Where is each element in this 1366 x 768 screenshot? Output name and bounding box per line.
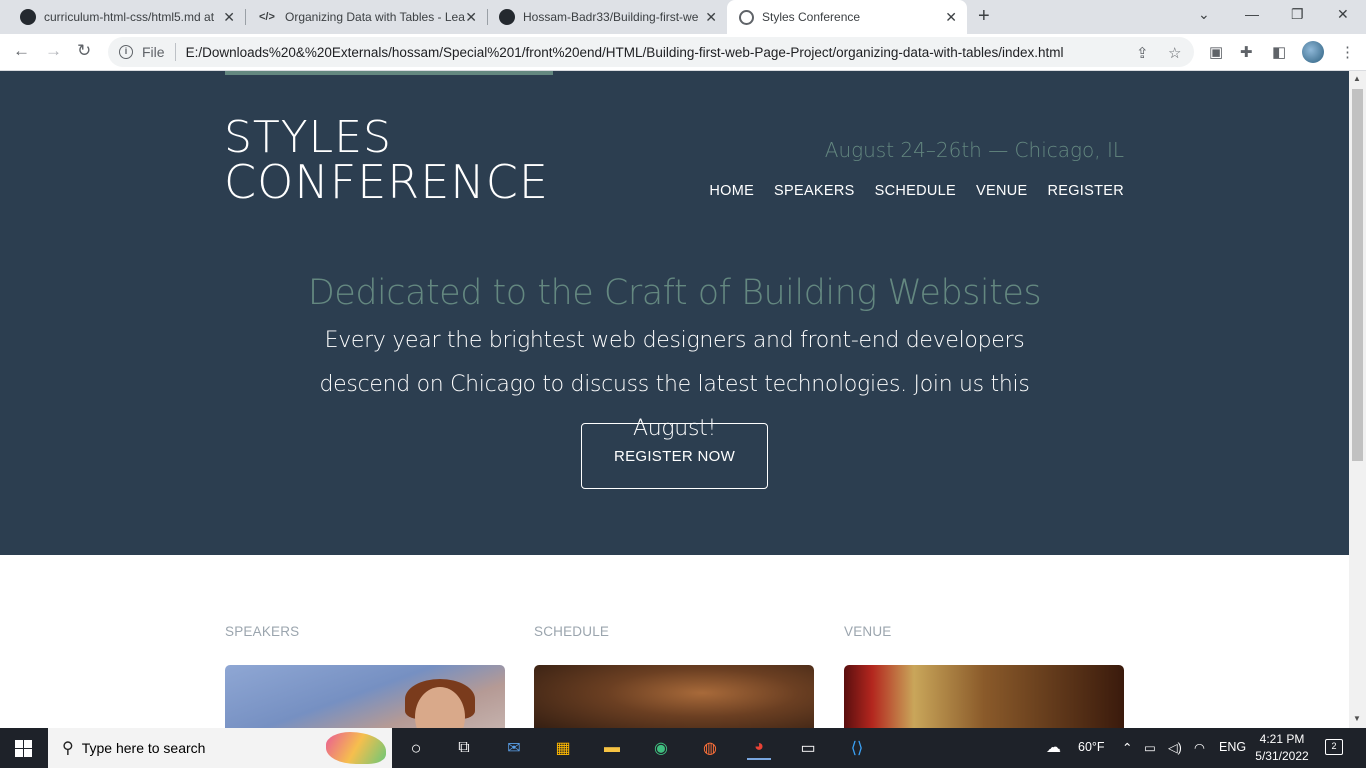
weather-temp[interactable]: 60°F — [1078, 740, 1105, 754]
new-tab-button[interactable]: + — [978, 6, 990, 26]
code-icon: </> — [259, 11, 275, 23]
close-icon[interactable]: ✕ — [223, 9, 235, 26]
file-explorer-icon[interactable]: ▬ — [600, 736, 624, 760]
tab-title: curriculum-html-css/html5.md at — [44, 10, 215, 24]
register-now-button[interactable]: REGISTER NOW — [581, 423, 768, 489]
event-dates: August 24–26th — Chicago, IL — [824, 138, 1124, 162]
forward-arrow-icon[interactable]: → — [45, 41, 62, 61]
close-icon[interactable]: ✕ — [945, 9, 957, 26]
scroll-thumb[interactable] — [1352, 89, 1363, 461]
search-highlight-icon — [326, 732, 386, 764]
globe-icon — [739, 9, 754, 25]
clock-date: 5/31/2022 — [1255, 749, 1309, 763]
tab-search-chevron-icon[interactable]: ⌄ — [1198, 6, 1210, 23]
firefox-icon[interactable]: ◍ — [698, 736, 722, 760]
browser-toolbar: ← → ↻ i File E:/Downloads%20&%20External… — [0, 34, 1366, 71]
scroll-up-icon[interactable]: ▲ — [1353, 74, 1361, 83]
bookmark-star-icon[interactable]: ☆ — [1168, 44, 1181, 62]
github-icon — [20, 9, 36, 25]
mail-icon[interactable]: ✉ — [502, 736, 526, 760]
close-icon[interactable]: ✕ — [705, 9, 717, 26]
search-icon: ⚲ — [62, 740, 74, 757]
minimize-icon[interactable]: — — [1245, 6, 1259, 22]
menu-kebab-icon[interactable]: ⋮ — [1340, 43, 1355, 61]
notification-center-icon[interactable]: 2 — [1325, 739, 1343, 755]
section-title-venue[interactable]: VENUE — [844, 624, 892, 639]
back-arrow-icon[interactable]: ← — [13, 41, 30, 61]
tab-styles-conference[interactable]: Styles Conference ✕ — [727, 0, 967, 34]
windows-start-icon[interactable] — [15, 740, 32, 757]
tab-hossam-repo[interactable]: Hossam-Badr33/Building-first-we ✕ — [487, 0, 727, 34]
task-view-icon[interactable]: ⧉ — [452, 736, 476, 760]
speakers-photo[interactable] — [225, 665, 505, 728]
logo-line-1: STYLES — [224, 112, 392, 163]
tab-title: Styles Conference — [762, 10, 861, 24]
page-scrollbar[interactable]: ▲ ▼ — [1349, 71, 1366, 728]
browser-tab-strip: curriculum-html-css/html5.md at ✕ </> Or… — [0, 0, 1366, 34]
tab-title: Hossam-Badr33/Building-first-we — [523, 10, 699, 24]
language-indicator[interactable]: ENG — [1219, 740, 1246, 754]
nav-schedule[interactable]: SCHEDULE — [875, 183, 956, 199]
venue-photo[interactable] — [844, 665, 1124, 728]
windows-taskbar: ⚲ Type here to search ○ ⧉ ✉ ▦ ▬ ◉ ◍ ◕ ▭ … — [0, 728, 1366, 768]
clock[interactable]: 4:21 PM 5/31/2022 — [1250, 731, 1314, 765]
close-window-icon[interactable]: ✕ — [1337, 6, 1349, 23]
store-icon[interactable]: ▦ — [551, 736, 575, 760]
tab-title: Organizing Data with Tables - Lea — [285, 10, 465, 24]
divider — [174, 43, 176, 61]
tray-chevron-icon[interactable]: ⌃ — [1122, 740, 1132, 755]
github-icon — [499, 9, 515, 25]
extension-icon[interactable]: ▣ — [1209, 43, 1223, 61]
section-title-speakers[interactable]: SPEAKERS — [225, 624, 299, 639]
web-page: STYLES CONFERENCE August 24–26th — Chica… — [0, 71, 1349, 728]
battery-icon[interactable]: ▭ — [1144, 740, 1156, 755]
side-panel-icon[interactable]: ◧ — [1272, 43, 1286, 61]
chrome-icon[interactable]: ◕ — [747, 736, 771, 760]
accent-bar — [225, 71, 553, 75]
vscode-icon[interactable]: ⟨⟩ — [845, 736, 869, 760]
nav-home[interactable]: HOME — [709, 183, 754, 199]
scroll-down-icon[interactable]: ▼ — [1353, 714, 1361, 723]
site-info-icon[interactable]: i — [119, 45, 133, 59]
taskbar-search-input[interactable]: ⚲ Type here to search — [48, 728, 392, 768]
restore-icon[interactable]: ❐ — [1291, 6, 1304, 23]
close-icon[interactable]: ✕ — [465, 9, 477, 26]
logo-line-2: CONFERENCE — [224, 155, 549, 209]
reload-icon[interactable]: ↻ — [77, 41, 91, 61]
search-placeholder: Type here to search — [81, 740, 206, 756]
address-bar[interactable]: i File E:/Downloads%20&%20Externals/hoss… — [108, 37, 1194, 67]
scheme-label: File — [142, 44, 165, 60]
nav-venue[interactable]: VENUE — [976, 183, 1027, 199]
tab-organizing-data[interactable]: </> Organizing Data with Tables - Lea ✕ — [245, 0, 487, 34]
weather-icon[interactable]: ☁ — [1046, 738, 1061, 756]
puzzle-icon[interactable]: ✚ — [1240, 43, 1253, 61]
url-text[interactable]: E:/Downloads%20&%20Externals/hossam/Spec… — [186, 45, 1064, 60]
section-title-schedule[interactable]: SCHEDULE — [534, 624, 609, 639]
tab-curriculum[interactable]: curriculum-html-css/html5.md at ✕ — [0, 0, 245, 34]
clock-time: 4:21 PM — [1259, 732, 1305, 746]
edge-icon[interactable]: ◉ — [649, 736, 673, 760]
terminal-icon[interactable]: ▭ — [796, 736, 820, 760]
schedule-photo[interactable] — [534, 665, 814, 728]
nav-register[interactable]: REGISTER — [1047, 183, 1124, 199]
volume-icon[interactable]: ◁) — [1168, 740, 1182, 755]
primary-nav: HOME SPEAKERS SCHEDULE VENUE REGISTER — [709, 183, 1124, 199]
share-icon[interactable]: ⇪ — [1136, 44, 1149, 62]
hero-tagline: Dedicated to the Craft of Building Websi… — [307, 273, 1042, 313]
cortana-icon[interactable]: ○ — [404, 736, 428, 760]
hero-section: STYLES CONFERENCE August 24–26th — Chica… — [0, 71, 1349, 555]
wifi-icon[interactable]: ◠ — [1194, 740, 1205, 755]
site-logo[interactable]: STYLES CONFERENCE — [224, 112, 549, 209]
avatar[interactable] — [1302, 41, 1324, 63]
nav-speakers[interactable]: SPEAKERS — [774, 183, 855, 199]
